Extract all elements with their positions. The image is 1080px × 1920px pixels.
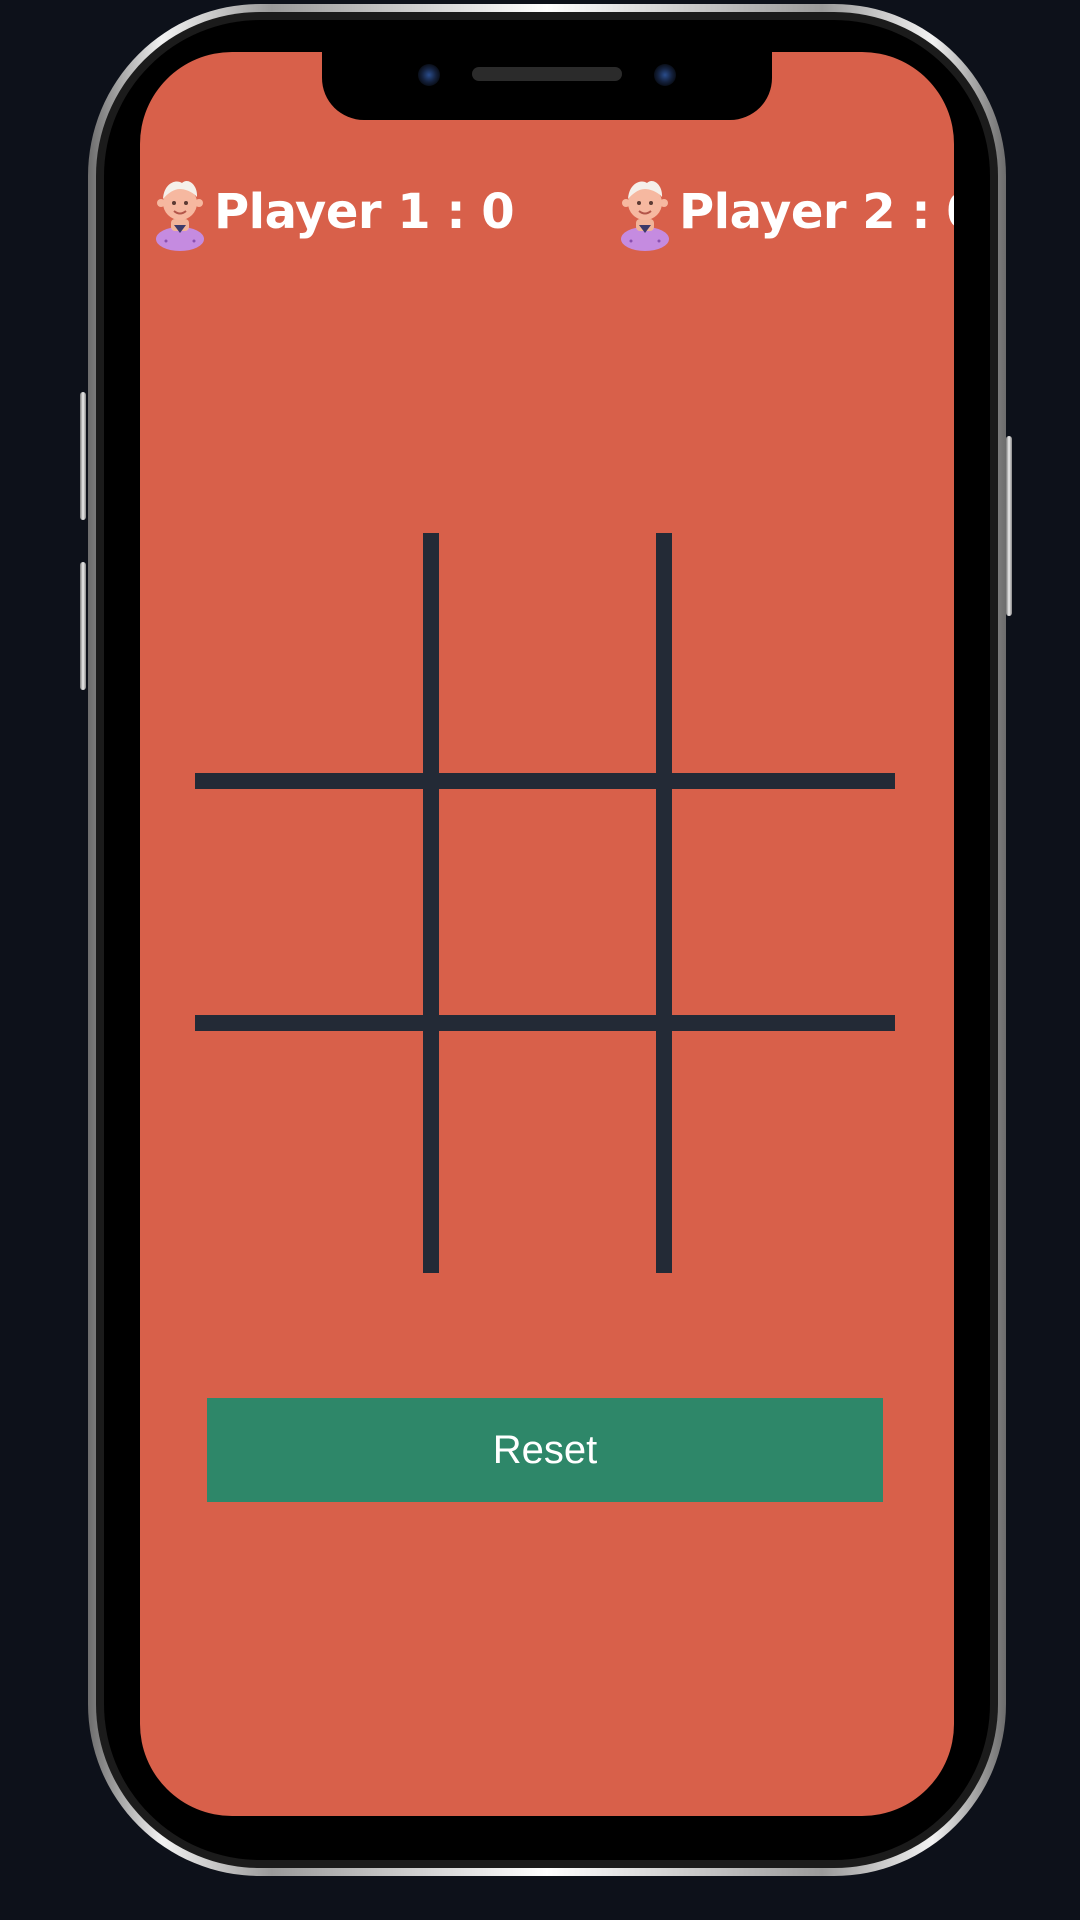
board-cell[interactable] bbox=[436, 1029, 656, 1273]
player-2-label: Player 2 : 0 bbox=[679, 184, 954, 240]
person-avatar-icon bbox=[621, 180, 669, 251]
board-cell[interactable] bbox=[195, 787, 423, 1015]
board-cell[interactable] bbox=[669, 787, 895, 1015]
reset-button[interactable]: Reset bbox=[207, 1398, 883, 1502]
player-1-score: Player 1 : 0 bbox=[152, 170, 515, 254]
game-board bbox=[195, 533, 895, 1273]
front-camera-icon bbox=[418, 64, 440, 86]
board-cell[interactable] bbox=[669, 1029, 895, 1273]
grid-line-vertical bbox=[423, 533, 439, 1273]
volume-down-button bbox=[80, 562, 86, 690]
player-1-label: Player 1 : 0 bbox=[214, 184, 515, 240]
earpiece-speaker bbox=[472, 67, 622, 81]
board-cell[interactable] bbox=[436, 787, 656, 1015]
app-screen: Player 1 : 0 Player 2 : 0 Reset bbox=[140, 52, 954, 1816]
grid-line-horizontal bbox=[195, 773, 895, 789]
grid-line-horizontal bbox=[195, 1015, 895, 1031]
board-cell[interactable] bbox=[195, 533, 423, 773]
person-avatar-icon bbox=[156, 180, 204, 251]
board-cell[interactable] bbox=[195, 1029, 423, 1273]
power-button bbox=[1006, 436, 1012, 616]
volume-up-button bbox=[80, 392, 86, 520]
grid-line-vertical bbox=[656, 533, 672, 1273]
player-2-score: Player 2 : 0 bbox=[617, 170, 954, 254]
front-sensor-icon bbox=[654, 64, 676, 86]
board-cell[interactable] bbox=[436, 533, 656, 773]
board-cell[interactable] bbox=[669, 533, 895, 773]
camera-notch bbox=[322, 52, 772, 120]
